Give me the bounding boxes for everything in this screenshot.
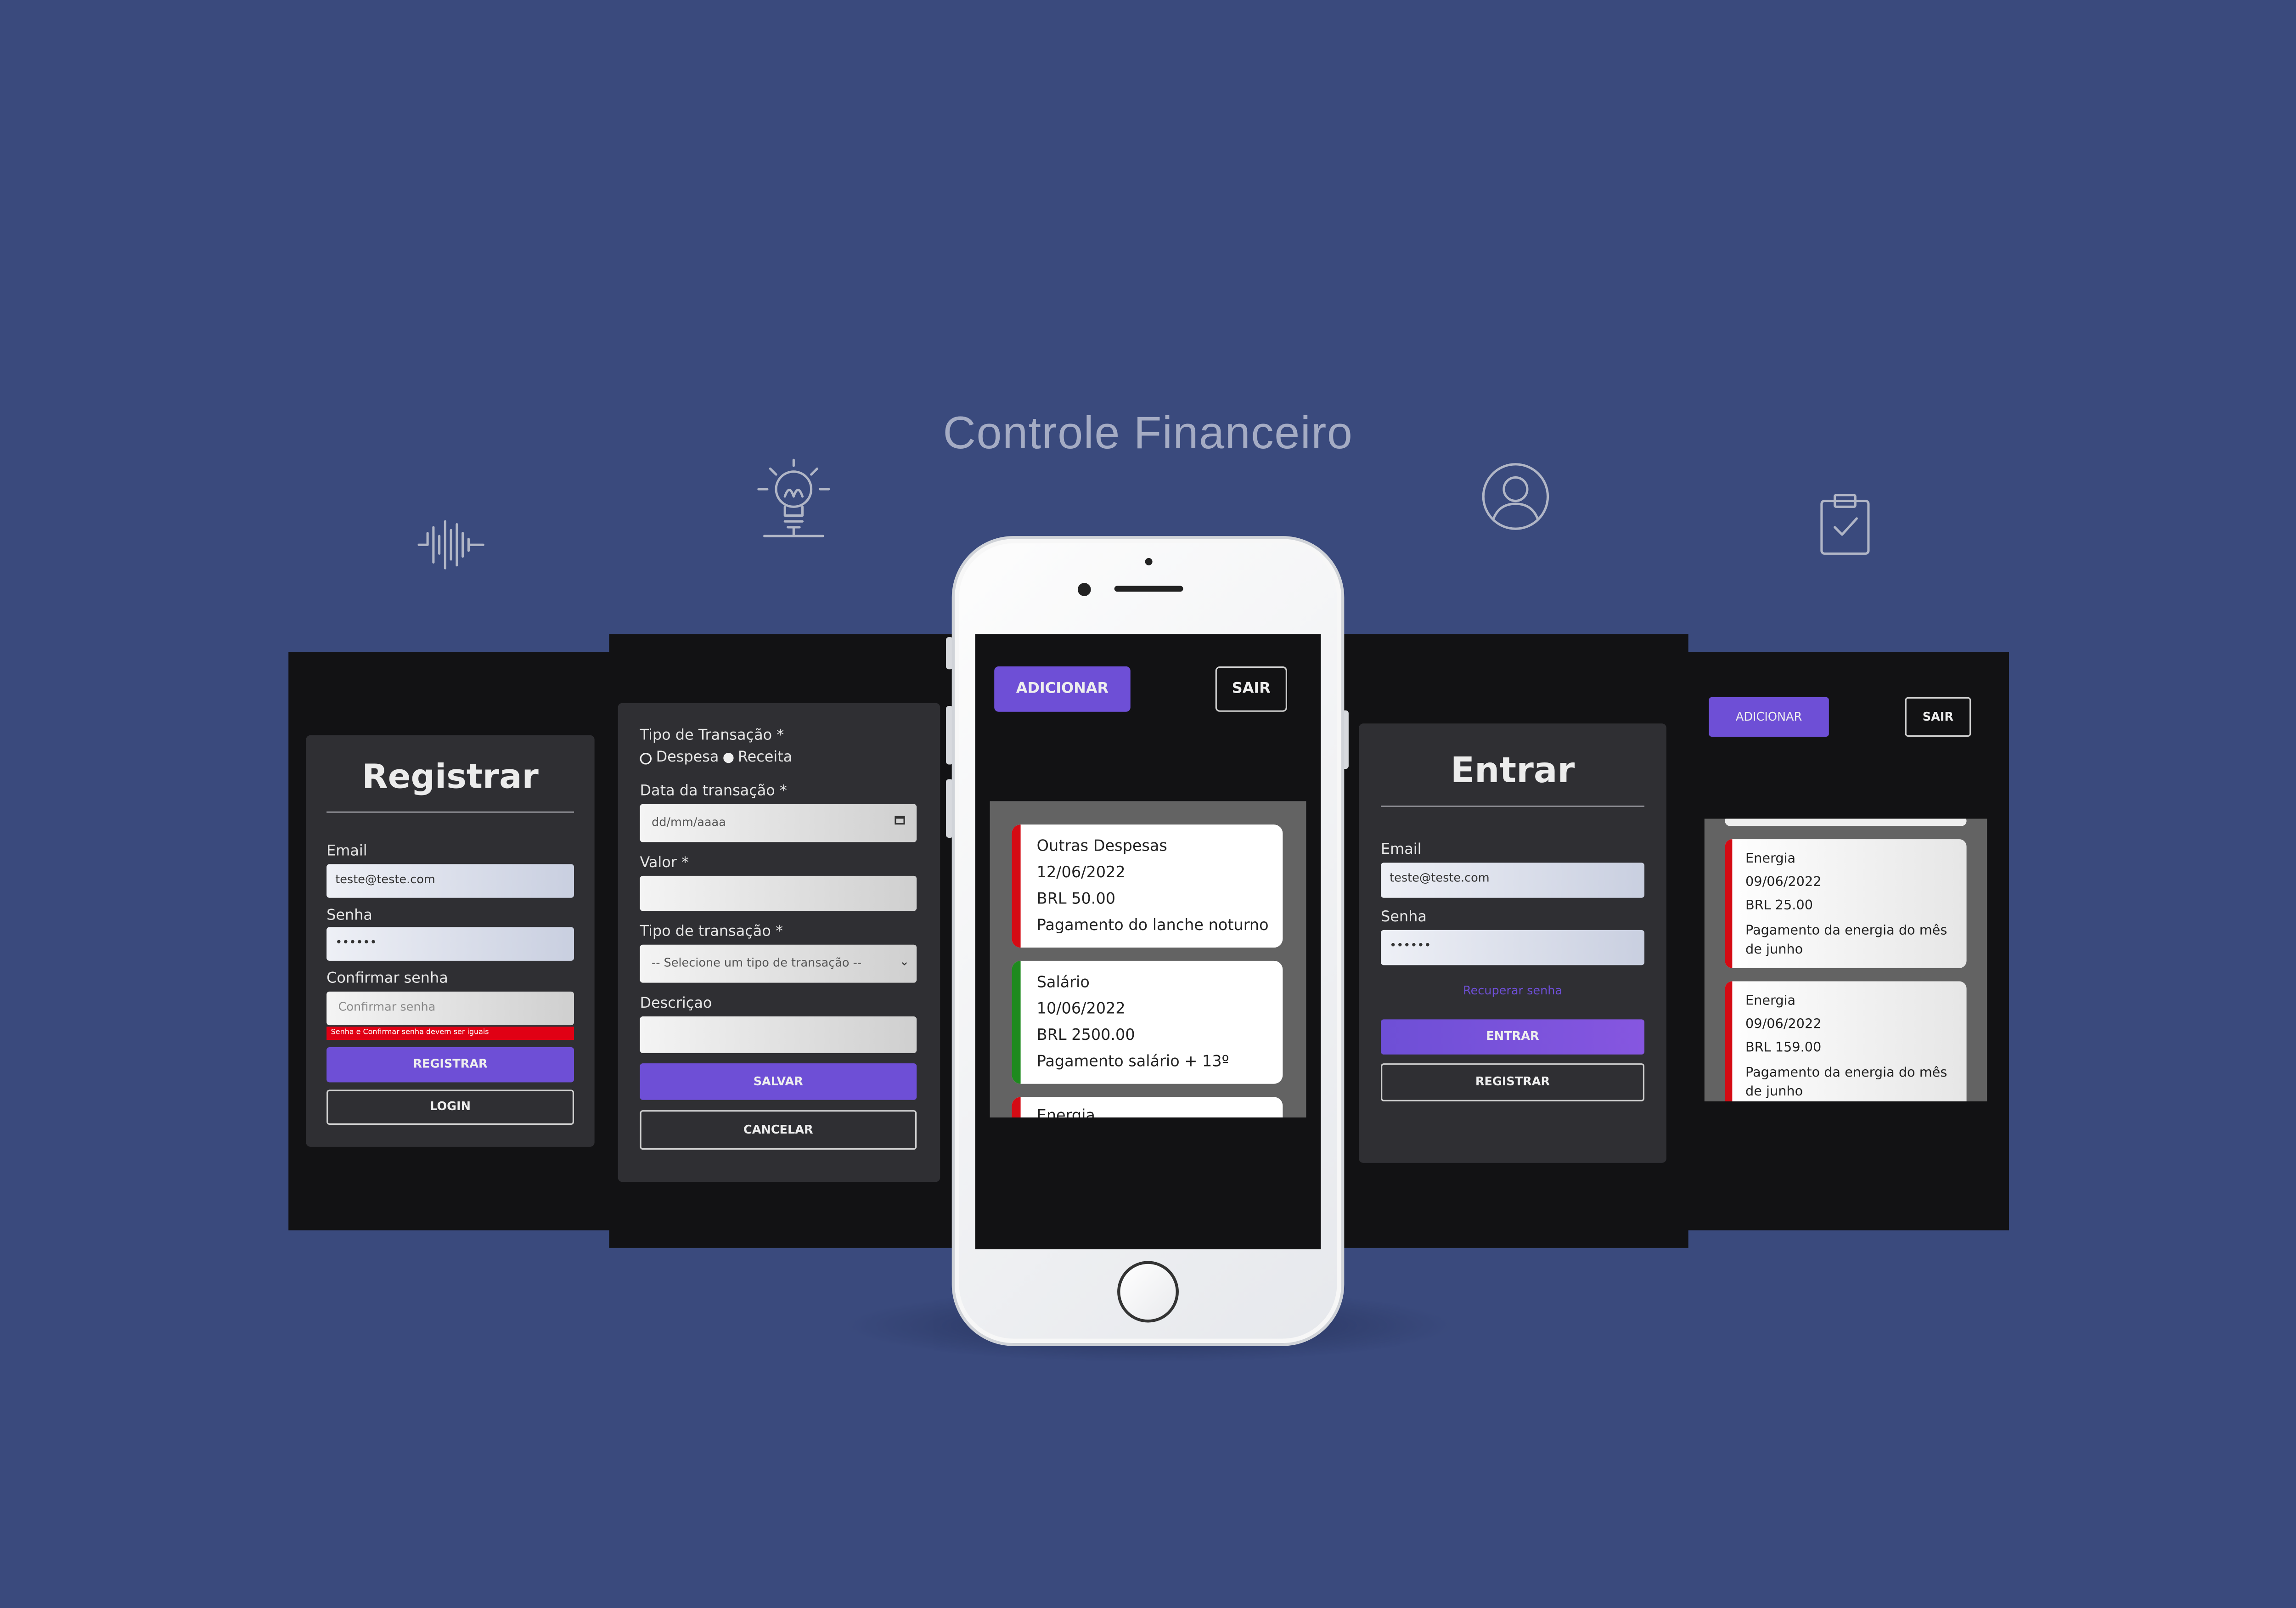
password-input[interactable]: ••••••	[326, 927, 574, 961]
item-category: Outras Despesas	[1036, 837, 1167, 856]
despesa-indicator	[1725, 839, 1733, 968]
item-category: Energia	[1745, 852, 1796, 867]
despesa-indicator	[1012, 824, 1021, 948]
list-item	[1725, 818, 1967, 826]
phone-frame: ADICIONAR SAIR Outras Despesas 12/06/202…	[951, 536, 1345, 1346]
item-category: Energia	[1036, 1107, 1095, 1118]
tipo-transacao-label: Tipo de transação *	[640, 924, 783, 941]
divider	[326, 811, 574, 813]
login-card: Entrar Email teste@teste.com Senha •••••…	[1359, 723, 1666, 1163]
item-amount: BRL 159.00	[1745, 1041, 1822, 1056]
register-card: Registrar Email teste@teste.com Senha ••…	[306, 735, 595, 1147]
showcase-stage: Controle Financeiro Registrar Email test…	[0, 0, 2296, 1608]
transaction-form-panel: Tipo de Transação * Despesa Receita Data…	[609, 634, 955, 1248]
item-category: Salário	[1036, 974, 1090, 992]
date-input[interactable]: dd/mm/aaaa	[640, 804, 917, 842]
register-button[interactable]: REGISTRAR	[326, 1047, 574, 1083]
exit-button[interactable]: SAIR	[1215, 666, 1287, 712]
item-date: 09/06/2022	[1745, 875, 1822, 891]
descricao-input[interactable]	[640, 1016, 917, 1053]
despesa-indicator	[1725, 981, 1733, 1101]
transactions-list[interactable]: Energia 09/06/2022 BRL 25.00 Pagamento d…	[1704, 818, 1987, 1101]
register-title: Registrar	[362, 758, 539, 797]
phone-sensor	[1145, 558, 1153, 565]
transaction-item[interactable]: Outras Despesas 12/06/2022 BRL 50.00 Pag…	[1012, 824, 1283, 948]
item-description: Pagamento do lanche noturno	[1036, 917, 1269, 935]
phone-speaker	[1114, 586, 1183, 592]
calendar-icon[interactable]	[895, 816, 905, 825]
data-label: Data da transação *	[640, 784, 787, 800]
item-date: 12/06/2022	[1036, 864, 1125, 882]
cancel-button[interactable]: CANCELAR	[640, 1110, 917, 1150]
save-button[interactable]: SALVAR	[640, 1063, 917, 1100]
valor-input[interactable]	[640, 875, 917, 911]
page-title: Controle Financeiro	[943, 407, 1353, 459]
despesa-indicator	[1012, 1097, 1021, 1118]
item-category: Energia	[1745, 994, 1796, 1010]
email-input[interactable]: teste@teste.com	[1381, 863, 1645, 898]
email-label: Email	[1381, 842, 1422, 858]
type-radio-group: Despesa Receita	[640, 750, 793, 766]
recover-password-link[interactable]: Recuperar senha	[1381, 984, 1644, 998]
transaction-item[interactable]: Salário 10/06/2022 BRL 2500.00 Pagamento…	[1012, 960, 1283, 1084]
item-date: 10/06/2022	[1036, 1000, 1125, 1018]
home-button[interactable]	[1117, 1261, 1179, 1323]
senha-label: Senha	[326, 908, 372, 925]
item-description: Pagamento da energia do mês de junho	[1745, 1066, 1947, 1100]
tipo-select[interactable]: -- Selecione um tipo de transação -- ⌄	[640, 944, 917, 983]
user-icon	[1482, 463, 1549, 530]
radio-despesa[interactable]	[640, 752, 652, 764]
divider	[1381, 805, 1645, 807]
login-panel: Entrar Email teste@teste.com Senha •••••…	[1343, 634, 1688, 1248]
item-amount: BRL 25.00	[1745, 899, 1813, 914]
item-date: 09/06/2022	[1745, 1018, 1822, 1033]
date-placeholder: dd/mm/aaaa	[652, 816, 726, 829]
exit-button[interactable]: SAIR	[1905, 697, 1971, 737]
add-button[interactable]: ADICIONAR	[1709, 697, 1829, 737]
radio-receita[interactable]	[723, 753, 734, 763]
transaction-form-card: Tipo de Transação * Despesa Receita Data…	[618, 703, 940, 1182]
item-amount: BRL 2500.00	[1036, 1027, 1135, 1044]
radio-receita-label: Receita	[737, 750, 793, 766]
tipo-label: Tipo de Transação *	[640, 728, 784, 744]
receita-indicator	[1012, 960, 1021, 1084]
item-description: Pagamento da energia do mês de junho	[1745, 924, 1947, 958]
item-description: Pagamento salário + 13º	[1036, 1053, 1229, 1071]
sound-wave-icon	[417, 520, 484, 570]
confirm-password-input[interactable]: Confirmar senha	[326, 991, 574, 1026]
chevron-down-icon: ⌄	[899, 955, 910, 968]
login-title: Entrar	[1450, 750, 1575, 791]
login-button[interactable]: LOGIN	[326, 1089, 574, 1125]
error-message: Senha e Confirmar senha devem ser iguais	[326, 1027, 574, 1040]
clipboard-check-icon	[1820, 494, 1870, 555]
tipo-select-value: -- Selecione um tipo de transação --	[652, 956, 862, 970]
list-item[interactable]: Energia 09/06/2022 BRL 159.00 Pagamento …	[1725, 981, 1967, 1101]
item-amount: BRL 50.00	[1036, 890, 1116, 908]
register-panel: Registrar Email teste@teste.com Senha ••…	[288, 652, 611, 1230]
email-label: Email	[326, 843, 367, 860]
valor-label: Valor *	[640, 855, 689, 872]
phone-camera	[1077, 583, 1091, 596]
transactions-list[interactable]: Outras Despesas 12/06/2022 BRL 50.00 Pag…	[990, 801, 1306, 1118]
confirm-label: Confirmar senha	[326, 971, 448, 987]
password-input[interactable]: ••••••	[1381, 930, 1645, 965]
senha-label: Senha	[1381, 909, 1427, 926]
lightbulb-icon	[757, 458, 830, 537]
enter-button[interactable]: ENTRAR	[1381, 1019, 1645, 1055]
phone-screen: ADICIONAR SAIR Outras Despesas 12/06/202…	[975, 634, 1321, 1250]
add-button[interactable]: ADICIONAR	[994, 666, 1131, 712]
transaction-item[interactable]: Energia	[1012, 1097, 1283, 1118]
list-item[interactable]: Energia 09/06/2022 BRL 25.00 Pagamento d…	[1725, 839, 1967, 968]
radio-despesa-label: Despesa	[656, 750, 719, 766]
email-input[interactable]: teste@teste.com	[326, 864, 574, 898]
descricao-label: Descriçao	[640, 996, 712, 1012]
transactions-list-panel: ADICIONAR SAIR Energia 09/06/2022 BRL 25…	[1687, 652, 2009, 1230]
register-button[interactable]: REGISTRAR	[1381, 1063, 1645, 1101]
